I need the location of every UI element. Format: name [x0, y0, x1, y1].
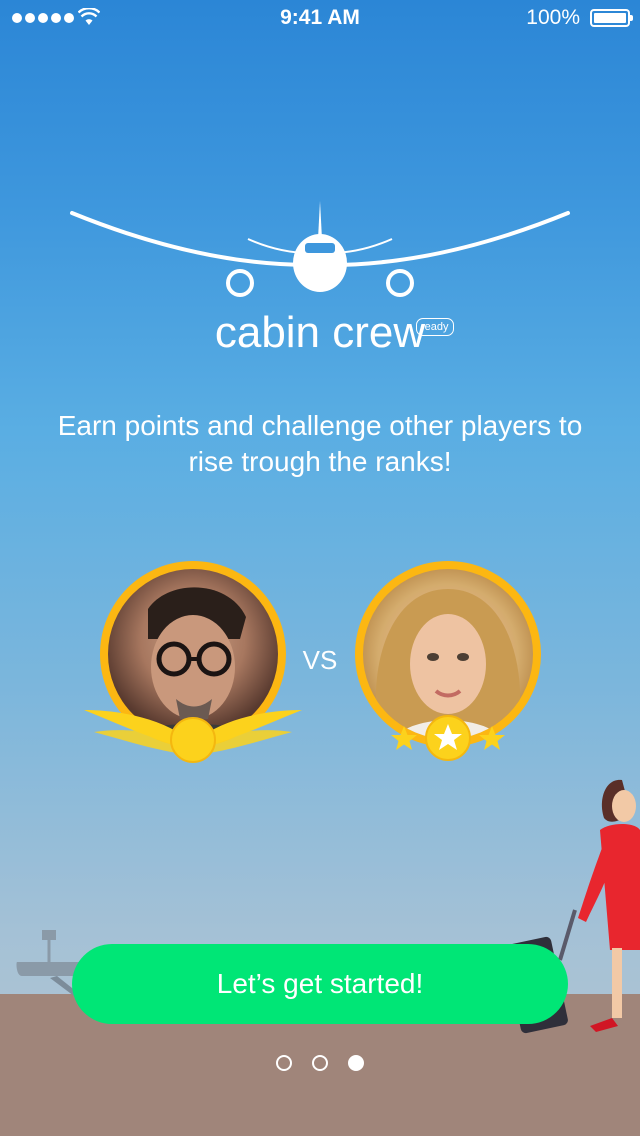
- page-dot-1[interactable]: [276, 1055, 292, 1071]
- versus-label: VS: [302, 645, 338, 675]
- rank-wings-badge-icon: [84, 710, 302, 763]
- page-dot-2[interactable]: [312, 1055, 328, 1071]
- onboarding-tagline: Earn points and challenge other players …: [57, 410, 583, 477]
- rank-stars-badge-icon: [391, 715, 505, 761]
- ready-badge: ready: [416, 318, 454, 336]
- status-bar: 9:41 AM 100%: [0, 0, 640, 40]
- battery-percentage: 100%: [526, 6, 580, 29]
- app-name: cabin crew: [214, 308, 426, 357]
- airplane-logo-icon: [70, 201, 570, 297]
- get-started-button[interactable]: Let’s get started!: [72, 944, 568, 1024]
- page-dot-3-active[interactable]: [348, 1055, 364, 1071]
- page-indicator: [0, 1055, 640, 1071]
- battery-icon: [590, 9, 633, 27]
